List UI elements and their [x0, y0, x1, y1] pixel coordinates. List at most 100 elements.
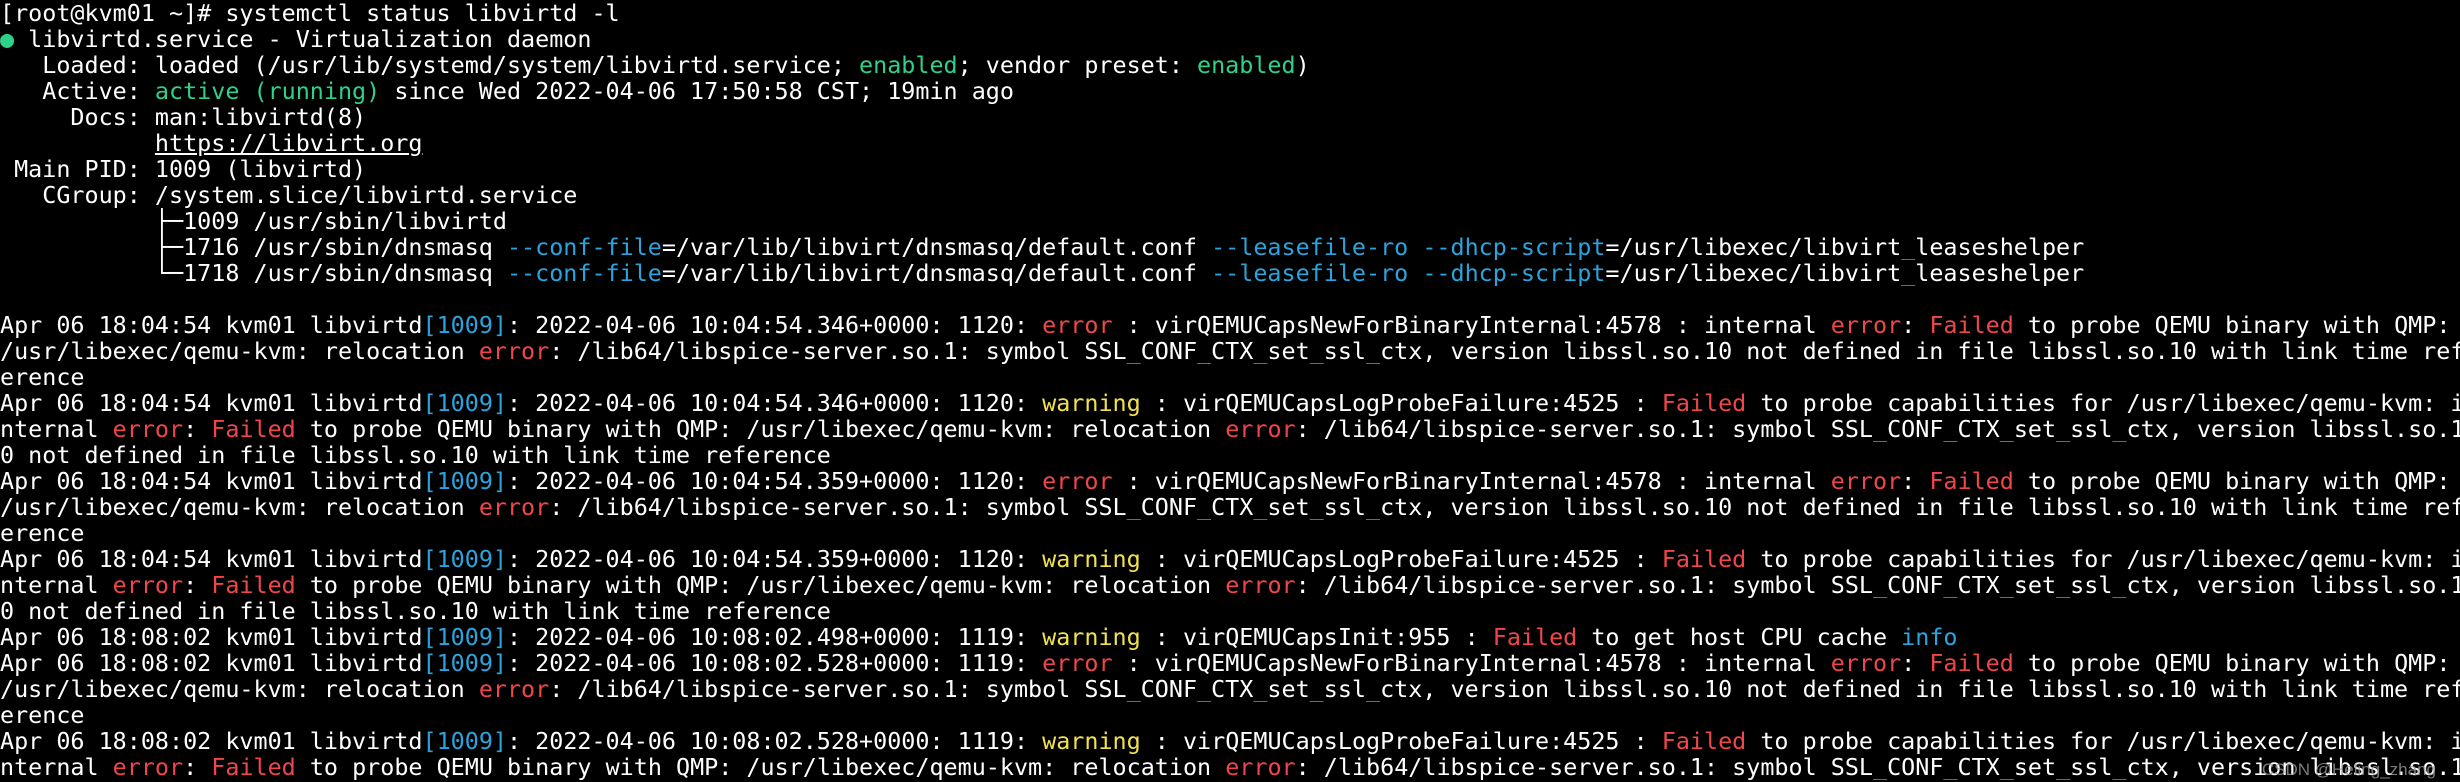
terminal-text-segment: : virQEMUCapsNewForBinaryInternal:4578 :…: [1112, 312, 1831, 338]
terminal-text-segment: active (running): [154, 78, 381, 104]
terminal-line: ├─1716 /usr/sbin/dnsmasq --conf-file=/va…: [0, 234, 2460, 260]
terminal-text-segment: :: [183, 416, 212, 442]
terminal-text-segment: =/usr/libexec/libvirt_leaseshelper: [1605, 260, 2085, 286]
terminal-text-segment: to probe QEMU binary with QMP: /usr/libe…: [295, 416, 1226, 442]
terminal-text-segment: enabled: [1197, 52, 1296, 78]
terminal-text-segment: info: [1901, 624, 1958, 650]
terminal-text-segment: : /lib64/libspice-server.so.1: symbol SS…: [549, 676, 2460, 702]
terminal-text-segment: to get host CPU cache: [1577, 624, 1902, 650]
terminal-text-segment: error: [1830, 312, 1902, 338]
terminal-text-segment: : 2022-04-06 10:04:54.346+0000: 1120:: [506, 312, 1043, 338]
terminal-text-segment: error: [1830, 650, 1902, 676]
terminal-text-segment: error: [1225, 572, 1296, 598]
terminal-text-segment: :: [1901, 650, 1930, 676]
terminal-text-segment: : virQEMUCapsNewForBinaryInternal:4578 :…: [1112, 650, 1831, 676]
terminal-text-segment: ├─1009 /usr/sbin/libvirtd: [0, 208, 507, 234]
terminal-text-segment: --conf-file: [506, 260, 662, 286]
terminal-text-segment: : 2022-04-06 10:04:54.359+0000: 1120:: [506, 468, 1043, 494]
terminal-text-segment: to probe QEMU binary with QMP:: [2013, 312, 2451, 338]
terminal-text-segment: [1009]: [422, 468, 507, 494]
terminal-text-segment: error: [1225, 416, 1296, 442]
terminal-text-segment: Failed: [211, 572, 296, 598]
terminal-text-segment: Failed: [1661, 390, 1747, 416]
terminal-text-segment: 0 not defined in file libssl.so.10 with …: [0, 442, 831, 468]
terminal-text-segment: : virQEMUCapsLogProbeFailure:4525 :: [1140, 546, 1662, 572]
terminal-text-segment: warning: [1042, 546, 1141, 572]
terminal-line: /usr/libexec/qemu-kvm: relocation error:…: [0, 338, 2460, 364]
terminal-text-segment: :: [1901, 312, 1930, 338]
terminal-line: erence: [0, 520, 2460, 546]
terminal-text-segment: warning: [1042, 390, 1141, 416]
terminal-text-segment: Failed: [211, 754, 296, 780]
terminal-line: nternal error: Failed to probe QEMU bina…: [0, 416, 2460, 442]
terminal-text-segment: /usr/libexec/qemu-kvm: relocation: [0, 338, 479, 364]
terminal-output: [root@kvm01 ~]# systemctl status libvirt…: [0, 0, 2460, 780]
terminal-text-segment: error: [112, 416, 184, 442]
terminal-text-segment: nternal: [0, 416, 113, 442]
terminal-line: Apr 06 18:08:02 kvm01 libvirtd[1009]: 20…: [0, 650, 2460, 676]
terminal-line: Apr 06 18:04:54 kvm01 libvirtd[1009]: 20…: [0, 546, 2460, 572]
terminal-text-segment: [1009]: [422, 650, 507, 676]
terminal-text-segment: =/var/lib/libvirt/dnsmasq/default.conf: [661, 234, 1212, 260]
terminal-text-segment: : virQEMUCapsInit:955 :: [1140, 624, 1493, 650]
terminal-text-segment: to probe QEMU binary with QMP:: [2013, 650, 2451, 676]
terminal-text-segment: error: [1830, 468, 1902, 494]
terminal-text-segment: libvirtd.service - Virtualization daemon: [28, 26, 592, 52]
terminal-line: Apr 06 18:04:54 kvm01 libvirtd[1009]: 20…: [0, 468, 2460, 494]
terminal-line: 0 not defined in file libssl.so.10 with …: [0, 442, 2460, 468]
terminal-line: [0, 286, 2460, 312]
terminal-text-segment: --dhcp-script: [1422, 234, 1606, 260]
terminal-text-segment: error: [478, 494, 550, 520]
terminal-text-segment: error: [1225, 754, 1296, 780]
terminal-line: nternal error: Failed to probe QEMU bina…: [0, 754, 2460, 780]
terminal-text-segment: Failed: [1661, 546, 1747, 572]
terminal-text-segment: erence: [0, 702, 85, 728]
terminal-text-segment: Failed: [1929, 650, 2014, 676]
terminal-text-segment: nternal: [0, 754, 113, 780]
terminal-text-segment: : /lib64/libspice-server.so.1: symbol SS…: [1295, 572, 2460, 598]
terminal-line: 0 not defined in file libssl.so.10 with …: [0, 598, 2460, 624]
terminal-line: Active: active (running) since Wed 2022-…: [0, 78, 2460, 104]
terminal-line: https://libvirt.org: [0, 130, 2460, 156]
terminal-text-segment: :: [1901, 468, 1930, 494]
terminal-line: erence: [0, 702, 2460, 728]
terminal-text-segment: error: [1042, 312, 1113, 338]
terminal-line: /usr/libexec/qemu-kvm: relocation error:…: [0, 676, 2460, 702]
terminal-text-segment: to probe QEMU binary with QMP: /usr/libe…: [295, 572, 1226, 598]
terminal-line: Apr 06 18:04:54 kvm01 libvirtd[1009]: 20…: [0, 312, 2460, 338]
terminal-text-segment: erence: [0, 520, 85, 546]
terminal-line: Loaded: loaded (/usr/lib/systemd/system/…: [0, 52, 2460, 78]
terminal-text-segment: to probe QEMU binary with QMP:: [2013, 468, 2451, 494]
terminal-window[interactable]: [root@kvm01 ~]# systemctl status libvirt…: [0, 0, 2460, 782]
terminal-text-segment: Loaded: loaded (/usr/lib/systemd/system/…: [0, 52, 860, 78]
terminal-line: erence: [0, 364, 2460, 390]
terminal-text-segment: Apr 06 18:04:54 kvm01 libvirtd: [0, 312, 423, 338]
terminal-text-segment: CGroup: /system.slice/libvirtd.service: [0, 182, 578, 208]
terminal-text-segment: nternal: [0, 572, 113, 598]
terminal-text-segment: : virQEMUCapsLogProbeFailure:4525 :: [1140, 728, 1662, 754]
terminal-text-segment: warning: [1042, 728, 1141, 754]
terminal-text-segment: : 2022-04-06 10:04:54.346+0000: 1120:: [506, 390, 1043, 416]
terminal-text-segment: Apr 06 18:08:02 kvm01 libvirtd: [0, 728, 423, 754]
terminal-line: Main PID: 1009 (libvirtd): [0, 156, 2460, 182]
terminal-text-segment: --leasefile-ro: [1211, 260, 1409, 286]
terminal-line: Docs: man:libvirtd(8): [0, 104, 2460, 130]
terminal-text-segment: ; vendor preset:: [957, 52, 1198, 78]
terminal-text-segment: : 2022-04-06 10:08:02.528+0000: 1119:: [506, 650, 1043, 676]
terminal-line: ├─1009 /usr/sbin/libvirtd: [0, 208, 2460, 234]
terminal-text-segment: erence: [0, 364, 85, 390]
terminal-line: nternal error: Failed to probe QEMU bina…: [0, 572, 2460, 598]
terminal-text-segment: Main PID: 1009 (libvirtd): [0, 156, 367, 182]
terminal-text-segment: error: [1042, 650, 1113, 676]
terminal-text-segment: :: [183, 572, 212, 598]
terminal-text-segment: Failed: [1661, 728, 1747, 754]
terminal-text-segment: └─1718 /usr/sbin/dnsmasq: [0, 260, 507, 286]
terminal-text-segment: 0 not defined in file libssl.so.10 with …: [0, 598, 831, 624]
docs-link[interactable]: https://libvirt.org: [155, 130, 423, 156]
terminal-text-segment: --leasefile-ro: [1211, 234, 1409, 260]
terminal-text-segment: --dhcp-script: [1422, 260, 1606, 286]
terminal-text-segment: [1009]: [422, 624, 507, 650]
